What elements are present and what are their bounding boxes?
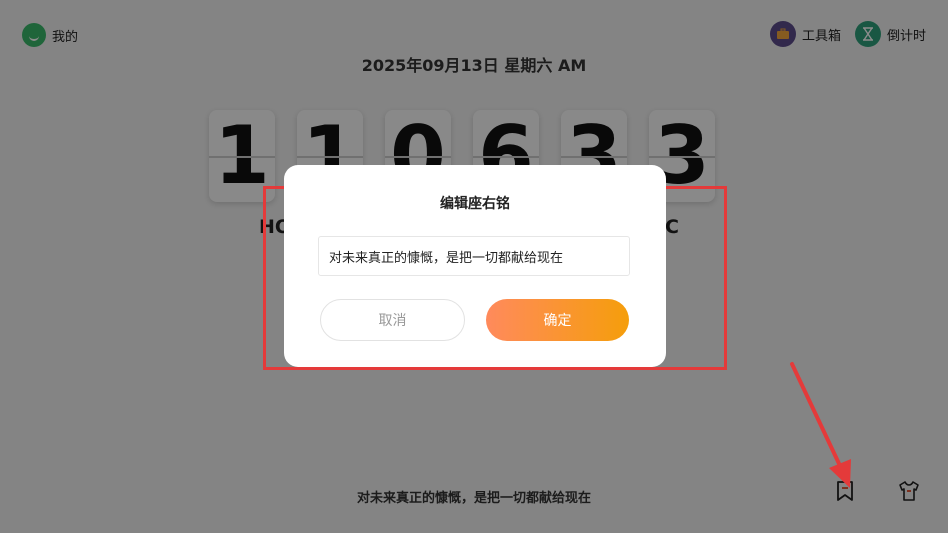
dialog-title: 编辑座右铭 bbox=[440, 196, 510, 212]
cancel-button[interactable]: 取消 bbox=[320, 299, 465, 341]
edit-motto-dialog: 编辑座右铭 取消 确定 bbox=[284, 165, 666, 367]
confirm-button[interactable]: 确定 bbox=[486, 299, 629, 341]
motto-input[interactable] bbox=[318, 236, 630, 276]
